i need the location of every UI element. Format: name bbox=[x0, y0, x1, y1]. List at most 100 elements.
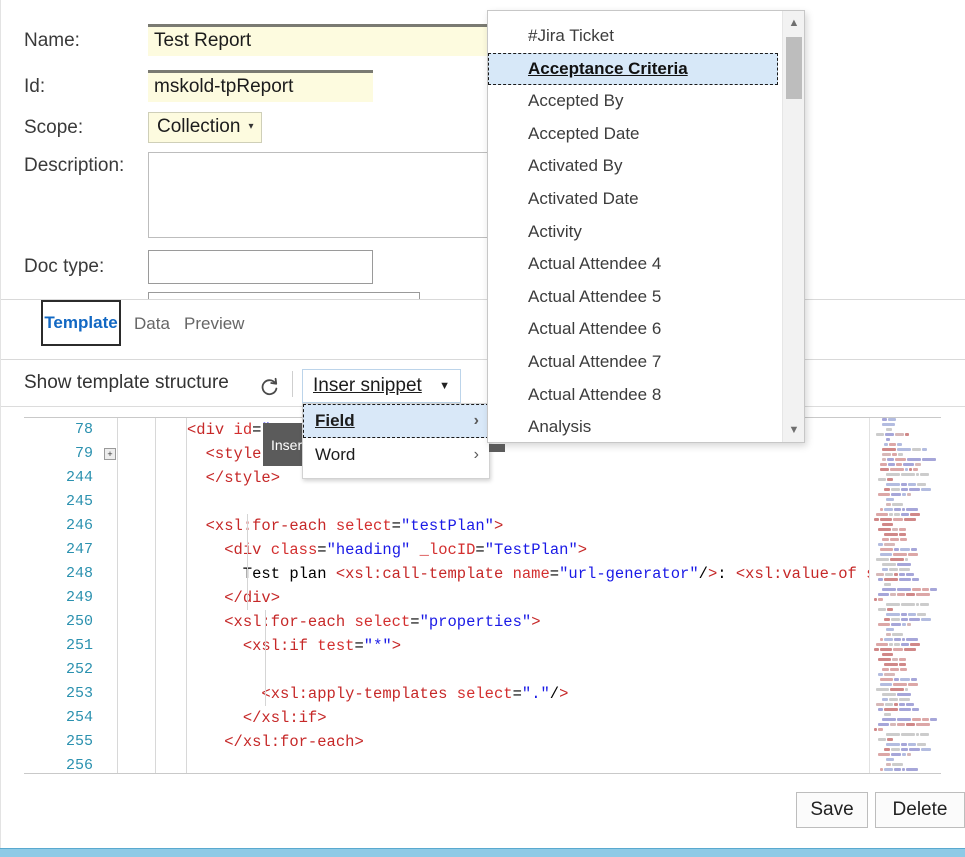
id-input[interactable] bbox=[148, 70, 373, 102]
line-number: 250 bbox=[24, 610, 99, 634]
bottom-accent-band bbox=[0, 848, 965, 857]
chevron-right-icon: › bbox=[474, 412, 479, 430]
field-dropdown-flyout[interactable]: #Jira Ticket Acceptance Criteria Accepted … bbox=[487, 10, 805, 443]
line-number: 248 bbox=[24, 562, 99, 586]
insert-snippet-button[interactable]: Inser snippet ▼ bbox=[302, 369, 461, 403]
code-line: <xsl:if test="*"> bbox=[187, 634, 869, 658]
minimap-line bbox=[870, 538, 941, 542]
minimap-line bbox=[870, 618, 941, 622]
minimap-line bbox=[870, 463, 941, 467]
field-dropdown-item[interactable]: Actual Attendee 8 bbox=[488, 379, 778, 412]
minimap-line bbox=[870, 613, 941, 617]
tab-template[interactable]: Template bbox=[41, 300, 121, 346]
scroll-up-icon[interactable]: ▲ bbox=[783, 13, 805, 33]
field-dropdown-item-label: Actual Attendee 5 bbox=[528, 287, 661, 306]
minimap-line bbox=[870, 578, 941, 582]
minimap-line bbox=[870, 453, 941, 457]
minimap-line bbox=[870, 488, 941, 492]
minimap-line bbox=[870, 433, 941, 437]
code-minimap[interactable] bbox=[869, 418, 941, 773]
minimap-line bbox=[870, 663, 941, 667]
snippet-menu-item-field[interactable]: Field › bbox=[303, 404, 489, 438]
description-textarea[interactable] bbox=[148, 152, 500, 238]
minimap-line bbox=[870, 443, 941, 447]
code-text-area[interactable]: <div id=" <style </style> <xsl:for-each … bbox=[187, 418, 869, 773]
minimap-line bbox=[870, 648, 941, 652]
minimap-line bbox=[870, 513, 941, 517]
field-dropdown-item[interactable]: Activated By bbox=[488, 150, 778, 183]
save-button[interactable]: Save bbox=[796, 792, 868, 828]
name-label: Name: bbox=[24, 30, 80, 52]
minimap-line bbox=[870, 533, 941, 537]
chevron-right-icon: › bbox=[474, 446, 479, 464]
doc-type-input[interactable] bbox=[148, 250, 373, 284]
field-dropdown-item[interactable]: Analysis bbox=[488, 411, 778, 443]
doc-type-label: Doc type: bbox=[24, 256, 104, 278]
show-template-structure-label[interactable]: Show template structure bbox=[24, 372, 229, 394]
snippet-menu-item-word[interactable]: Word › bbox=[303, 438, 489, 472]
field-dropdown-item-label: Actual Attendee 6 bbox=[528, 319, 661, 338]
line-number: 78 bbox=[24, 418, 99, 442]
field-dropdown-item[interactable]: Actual Attendee 6 bbox=[488, 313, 778, 346]
line-number: 254 bbox=[24, 706, 99, 730]
line-number: 251 bbox=[24, 634, 99, 658]
line-number: 249 bbox=[24, 586, 99, 610]
field-dropdown-item[interactable]: Activity bbox=[488, 216, 778, 249]
delete-button[interactable]: Delete bbox=[875, 792, 965, 828]
minimap-line bbox=[870, 493, 941, 497]
minimap-line bbox=[870, 573, 941, 577]
minimap-line bbox=[870, 768, 941, 772]
field-dropdown-item[interactable]: Accepted By bbox=[488, 85, 778, 118]
field-dropdown-item-label: Actual Attendee 8 bbox=[528, 385, 661, 404]
field-dropdown-item-label: Accepted By bbox=[528, 91, 623, 110]
minimap-line bbox=[870, 528, 941, 532]
code-line bbox=[187, 754, 869, 773]
horizontal-scrollbar-nub[interactable] bbox=[489, 444, 505, 452]
minimap-line bbox=[870, 603, 941, 607]
field-dropdown-scrollbar[interactable]: ▲ ▼ bbox=[782, 11, 804, 442]
field-dropdown-item[interactable]: Actual Attendee 4 bbox=[488, 248, 778, 281]
indent-guide bbox=[265, 610, 266, 706]
field-dropdown-item-label: Accepted Date bbox=[528, 124, 640, 143]
code-line: </xsl:for-each> bbox=[187, 730, 869, 754]
scroll-down-icon[interactable]: ▼ bbox=[783, 420, 805, 440]
partially-visible-input[interactable] bbox=[148, 292, 420, 300]
scrollbar-thumb[interactable] bbox=[786, 37, 802, 99]
metadata-form: Name: Id: Scope: Collection ▾ Descriptio… bbox=[0, 0, 965, 300]
scope-select-value: Collection bbox=[157, 116, 240, 138]
field-dropdown-item-label: #Jira Ticket bbox=[528, 26, 614, 45]
code-line: <xsl:for-each select="properties"> bbox=[187, 610, 869, 634]
field-dropdown-item[interactable]: Activated Date bbox=[488, 183, 778, 216]
gutter-divider-2 bbox=[155, 418, 156, 773]
scope-label: Scope: bbox=[24, 117, 83, 139]
tab-preview[interactable]: Preview bbox=[184, 314, 244, 334]
code-line: <xsl:for-each select="testPlan"> bbox=[187, 514, 869, 538]
field-dropdown-list[interactable]: #Jira Ticket Acceptance Criteria Accepted … bbox=[488, 20, 778, 443]
minimap-line bbox=[870, 643, 941, 647]
minimap-line bbox=[870, 668, 941, 672]
minimap-line bbox=[870, 563, 941, 567]
minimap-line bbox=[870, 743, 941, 747]
name-input[interactable] bbox=[148, 24, 498, 56]
minimap-line bbox=[870, 733, 941, 737]
field-dropdown-item[interactable]: Acceptance Criteria bbox=[488, 53, 778, 86]
minimap-line bbox=[870, 423, 941, 427]
code-line bbox=[187, 658, 869, 682]
field-dropdown-item[interactable]: #Jira Ticket bbox=[488, 20, 778, 53]
tab-data[interactable]: Data bbox=[134, 314, 170, 334]
refresh-icon[interactable] bbox=[258, 376, 280, 398]
field-dropdown-item[interactable]: Accepted Date bbox=[488, 118, 778, 151]
page-left-edge bbox=[0, 0, 1, 848]
minimap-line bbox=[870, 588, 941, 592]
line-number: 253 bbox=[24, 682, 99, 706]
line-number: 79+ bbox=[24, 442, 99, 466]
minimap-line bbox=[870, 548, 941, 552]
field-dropdown-item[interactable]: Actual Attendee 5 bbox=[488, 281, 778, 314]
scope-select[interactable]: Collection ▾ bbox=[148, 112, 262, 143]
minimap-line bbox=[870, 518, 941, 522]
minimap-line bbox=[870, 653, 941, 657]
field-dropdown-item[interactable]: Actual Attendee 7 bbox=[488, 346, 778, 379]
snippet-submenu[interactable]: Field › Word › bbox=[302, 403, 490, 479]
minimap-line bbox=[870, 718, 941, 722]
fold-expand-icon[interactable]: + bbox=[104, 448, 116, 460]
